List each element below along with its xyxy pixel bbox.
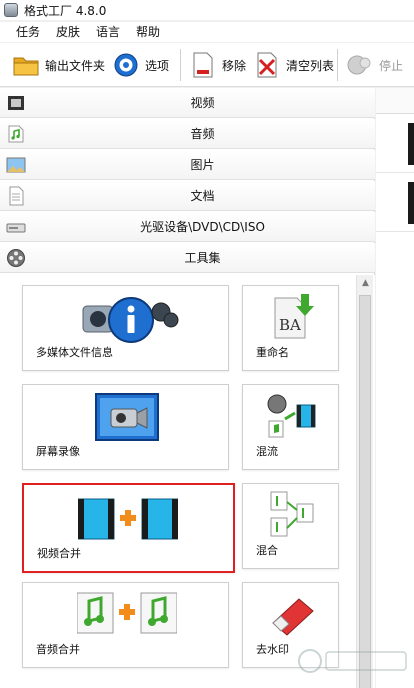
task-row[interactable] xyxy=(376,174,414,232)
tool-label: 视频合并 xyxy=(37,547,81,560)
picture-icon xyxy=(6,155,26,175)
options-label: 选项 xyxy=(145,58,170,73)
task-thumbnail xyxy=(408,123,414,165)
remove-label: 移除 xyxy=(222,58,247,73)
tool-media-info[interactable]: 多媒体文件信息 xyxy=(22,285,229,371)
output-folder-button[interactable]: 输出文件夹 xyxy=(12,51,105,79)
clear-list-button[interactable]: 清空列表 xyxy=(253,51,334,79)
tool-screen-record[interactable]: 屏幕录像 xyxy=(22,384,229,470)
tool-video-join[interactable]: 视频合并 xyxy=(22,483,235,573)
menu-language[interactable]: 语言 xyxy=(88,22,128,42)
audio-mix-icon xyxy=(267,490,317,543)
tool-label: 去水印 xyxy=(256,643,289,656)
eraser-icon xyxy=(267,593,317,640)
film-reel-icon xyxy=(6,248,26,268)
function-sidebar: 视频 音频 图片 文档 光驱设备\DVD\CD\ISO 工具集 多媒体文件信息 … xyxy=(0,88,375,688)
title-bar: 格式工厂 4.8.0 xyxy=(0,0,414,20)
tool-label: 混流 xyxy=(256,445,278,458)
tool-label: 混合 xyxy=(256,544,278,557)
menu-task[interactable]: 任务 xyxy=(8,22,48,42)
document-icon xyxy=(6,186,26,206)
app-icon xyxy=(4,3,18,17)
task-list-pane xyxy=(376,88,414,688)
disc-drive-icon xyxy=(6,217,26,237)
task-list-header xyxy=(376,88,414,114)
remove-document-icon xyxy=(189,52,217,78)
remove-button[interactable]: 移除 xyxy=(189,51,246,79)
category-video[interactable]: 视频 xyxy=(0,88,375,118)
tools-scrollbar[interactable]: ▲ xyxy=(356,275,373,688)
menu-skin[interactable]: 皮肤 xyxy=(48,22,88,42)
output-folder-label: 输出文件夹 xyxy=(45,58,106,73)
audio-join-icon xyxy=(76,591,178,638)
clear-list-icon xyxy=(253,52,281,78)
tool-label: 重命名 xyxy=(256,346,289,359)
folder-icon xyxy=(12,52,40,78)
gear-icon xyxy=(112,52,140,78)
mux-icon xyxy=(265,393,319,444)
category-image[interactable]: 图片 xyxy=(0,150,375,180)
toolbox-panel: 多媒体文件信息 BA 重命名 屏幕录像 混流 视频合并 混合 音频合并 去水印 … xyxy=(0,275,375,688)
tool-label: 屏幕录像 xyxy=(36,445,80,458)
category-document-label: 文档 xyxy=(190,189,215,203)
rename-icon: BA xyxy=(271,292,315,345)
screen-record-icon xyxy=(95,393,159,446)
watermark-logo xyxy=(296,644,410,678)
menu-bar: 任务 皮肤 语言 帮助 xyxy=(0,22,414,42)
category-toolbox[interactable]: 工具集 xyxy=(0,243,375,273)
category-disc-label: 光驱设备\DVD\CD\ISO xyxy=(140,220,265,234)
scroll-up-arrow-icon[interactable]: ▲ xyxy=(357,275,374,292)
category-image-label: 图片 xyxy=(190,158,215,172)
stop-label: 停止 xyxy=(379,58,404,73)
category-toolbox-label: 工具集 xyxy=(184,251,221,265)
tool-rename[interactable]: BA 重命名 xyxy=(242,285,339,371)
tool-audio-join[interactable]: 音频合并 xyxy=(22,582,229,668)
stop-icon xyxy=(346,52,374,78)
scroll-thumb[interactable] xyxy=(359,295,371,688)
toolbar-separator xyxy=(180,49,181,81)
music-note-icon xyxy=(6,124,26,144)
toolbar-separator xyxy=(337,49,338,81)
clear-list-label: 清空列表 xyxy=(286,58,335,73)
tool-mux[interactable]: 混流 xyxy=(242,384,339,470)
svg-text:BA: BA xyxy=(279,316,301,334)
window-title: 格式工厂 4.8.0 xyxy=(24,3,107,18)
task-row[interactable] xyxy=(376,115,414,173)
tool-audio-mix[interactable]: 混合 xyxy=(242,483,339,569)
menu-help[interactable]: 帮助 xyxy=(128,22,168,42)
toolbar: 输出文件夹 选项 移除 清空列表 停止 xyxy=(0,43,414,87)
task-thumbnail xyxy=(408,182,414,224)
category-disc[interactable]: 光驱设备\DVD\CD\ISO xyxy=(0,212,375,242)
tool-label: 音频合并 xyxy=(36,643,80,656)
stop-button[interactable]: 停止 xyxy=(346,51,403,79)
category-document[interactable]: 文档 xyxy=(0,181,375,211)
film-icon xyxy=(6,93,26,113)
category-video-label: 视频 xyxy=(190,96,215,110)
media-info-icon xyxy=(79,292,179,349)
category-audio[interactable]: 音频 xyxy=(0,119,375,149)
category-audio-label: 音频 xyxy=(190,127,215,141)
tool-label: 多媒体文件信息 xyxy=(36,346,113,359)
options-button[interactable]: 选项 xyxy=(112,51,169,79)
video-join-icon xyxy=(77,497,179,544)
